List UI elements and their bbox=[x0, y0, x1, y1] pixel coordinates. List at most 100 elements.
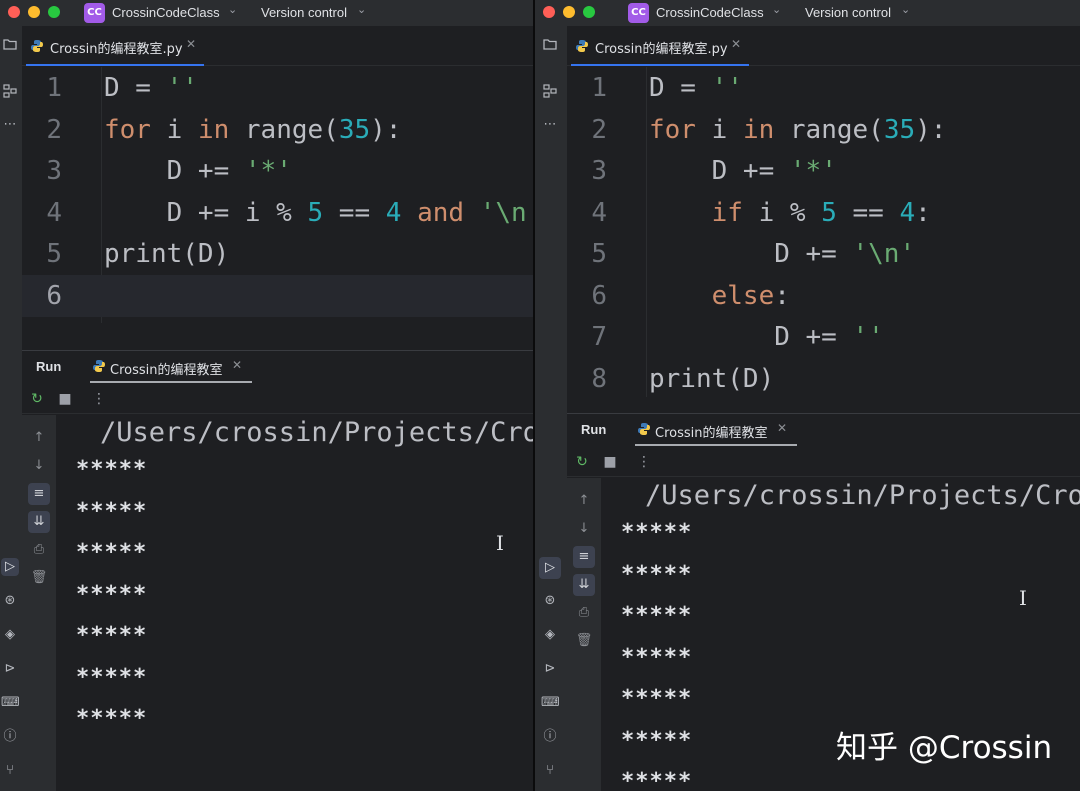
structure-icon[interactable] bbox=[1, 84, 19, 102]
code-line[interactable]: 5 D += '\n' bbox=[567, 233, 1080, 275]
code-token: i bbox=[695, 114, 743, 145]
chevron-down-icon[interactable]: ⌄ bbox=[228, 3, 237, 16]
problems-icon[interactable]: ⓘ bbox=[1, 728, 19, 746]
code-line[interactable]: 1 D = '' bbox=[22, 67, 533, 109]
line-number: 1 bbox=[591, 73, 607, 103]
zoom-window-button[interactable] bbox=[583, 6, 595, 18]
python-console-icon[interactable]: ⊛ bbox=[1, 592, 19, 610]
chevron-down-icon[interactable]: ⌄ bbox=[772, 3, 781, 16]
trash-icon[interactable]: 🗑 bbox=[573, 630, 595, 652]
git-icon[interactable]: ⑂ bbox=[541, 762, 559, 780]
project-badge[interactable]: CC bbox=[628, 3, 649, 23]
structure-icon[interactable] bbox=[541, 84, 559, 102]
code-line[interactable]: 1 D = '' bbox=[567, 67, 1080, 109]
code-line[interactable]: 6 bbox=[22, 274, 533, 317]
code-line[interactable]: 3 D += '*' bbox=[567, 150, 1080, 192]
console-output[interactable]: /Users/crossin/Projects/Cros I ***** ****… bbox=[56, 415, 533, 791]
close-window-button[interactable] bbox=[543, 6, 555, 18]
services-icon[interactable]: ◈ bbox=[1, 626, 19, 644]
code-text: D += '*' bbox=[649, 150, 837, 192]
arrow-up-icon[interactable]: ↑ bbox=[28, 427, 50, 449]
text-cursor-icon: I bbox=[496, 531, 504, 555]
close-tab-icon[interactable]: ✕ bbox=[186, 37, 196, 51]
terminal-icon[interactable]: ⌨ bbox=[541, 694, 560, 712]
folder-icon[interactable] bbox=[1, 38, 19, 56]
editor-tab[interactable]: Crossin的编程教室.py ✕ bbox=[26, 34, 204, 66]
code-line[interactable]: 4 D += i % 5 == 4 and '\n' bbox=[22, 192, 533, 234]
line-number: 4 bbox=[46, 197, 62, 228]
code-line[interactable]: 3 D += '*' bbox=[22, 150, 533, 192]
problems-icon[interactable]: ⓘ bbox=[541, 728, 559, 746]
editor-tab[interactable]: Crossin的编程教室.py ✕ bbox=[571, 34, 749, 66]
rerun-icon[interactable]: ↻ bbox=[573, 453, 591, 471]
play-icon[interactable]: ⊳ bbox=[1, 660, 19, 678]
scroll-to-end-icon[interactable]: ⇊ bbox=[573, 574, 595, 596]
project-badge[interactable]: CC bbox=[84, 3, 105, 23]
arrow-down-icon[interactable]: ↓ bbox=[28, 455, 50, 477]
code-token: '' bbox=[852, 322, 884, 352]
code-editor[interactable]: 1D = '' 2 for i in range(35): 3 D += '*' 4 D… bbox=[22, 67, 533, 323]
line-number: 8 bbox=[591, 363, 607, 394]
more-icon[interactable]: ⋯ bbox=[1, 116, 19, 134]
output-line: ***** bbox=[76, 498, 148, 524]
run-icon[interactable]: ▷ bbox=[1, 558, 19, 576]
zoom-window-button[interactable] bbox=[48, 6, 60, 18]
close-tab-icon[interactable]: ✕ bbox=[777, 421, 787, 435]
project-name[interactable]: CrossinCodeClass bbox=[656, 5, 764, 20]
print-icon[interactable]: ⎙ bbox=[573, 602, 595, 624]
run-config-tab[interactable]: Crossin的编程教室 ✕ bbox=[90, 351, 252, 383]
code-text: for i in range(35): bbox=[104, 109, 401, 151]
code-line[interactable]: 5 print(D) bbox=[22, 233, 533, 275]
run-toolbar: ↻ ■ ⋮ bbox=[567, 447, 1080, 477]
soft-wrap-icon[interactable]: ≡ bbox=[28, 483, 50, 505]
console-actions: ↑ ↓ ≡ ⇊ ⎙ 🗑 bbox=[567, 478, 601, 791]
minimize-window-button[interactable] bbox=[28, 6, 40, 18]
soft-wrap-icon[interactable]: ≡ bbox=[573, 546, 595, 568]
stop-icon[interactable]: ■ bbox=[56, 390, 74, 408]
more-icon[interactable]: ⋯ bbox=[541, 116, 559, 134]
python-console-icon[interactable]: ⊛ bbox=[541, 592, 559, 610]
version-control-menu[interactable]: Version control bbox=[805, 5, 891, 20]
editor-tab-bar: Crossin的编程教室.py ✕ bbox=[22, 26, 533, 66]
scroll-to-end-icon[interactable]: ⇊ bbox=[28, 511, 50, 533]
code-editor[interactable]: 1D = '' 2 for i in range(35): 3 D += '*' 4 i… bbox=[567, 67, 1080, 397]
python-file-icon bbox=[576, 40, 588, 52]
code-line[interactable]: 2 for i in range(35): bbox=[567, 109, 1080, 151]
line-number: 2 bbox=[591, 114, 607, 145]
code-line[interactable]: 2 for i in range(35): bbox=[22, 109, 533, 151]
chevron-down-icon[interactable]: ⌄ bbox=[357, 3, 366, 16]
play-icon[interactable]: ⊳ bbox=[541, 660, 559, 678]
output-line: ***** bbox=[621, 520, 693, 545]
trash-icon[interactable]: 🗑 bbox=[28, 567, 50, 589]
close-tab-icon[interactable]: ✕ bbox=[232, 358, 242, 372]
code-line[interactable]: 6 else: bbox=[567, 275, 1080, 317]
close-tab-icon[interactable]: ✕ bbox=[731, 37, 741, 51]
code-line[interactable]: 7 D += '' bbox=[567, 316, 1080, 358]
code-line[interactable]: 8 print(D) bbox=[567, 358, 1080, 398]
minimize-window-button[interactable] bbox=[563, 6, 575, 18]
rerun-icon[interactable]: ↻ bbox=[28, 390, 46, 408]
editor-tab-bar: Crossin的编程教室.py ✕ bbox=[567, 26, 1080, 66]
print-icon[interactable]: ⎙ bbox=[28, 539, 50, 561]
project-name[interactable]: CrossinCodeClass bbox=[112, 5, 220, 20]
run-icon[interactable]: ▷ bbox=[539, 557, 561, 579]
services-icon[interactable]: ◈ bbox=[541, 626, 559, 644]
git-icon[interactable]: ⑂ bbox=[1, 762, 19, 780]
chevron-down-icon[interactable]: ⌄ bbox=[901, 3, 910, 16]
more-icon[interactable]: ⋮ bbox=[635, 453, 653, 471]
arrow-down-icon[interactable]: ↓ bbox=[573, 518, 595, 540]
version-control-menu[interactable]: Version control bbox=[261, 5, 347, 20]
close-window-button[interactable] bbox=[8, 6, 20, 18]
folder-icon[interactable] bbox=[541, 38, 559, 56]
more-icon[interactable]: ⋮ bbox=[90, 390, 108, 408]
code-text: for i in range(35): bbox=[649, 109, 946, 151]
run-config-tab[interactable]: Crossin的编程教室 ✕ bbox=[635, 414, 797, 446]
code-line[interactable]: 4 if i % 5 == 4: bbox=[567, 192, 1080, 234]
stop-icon[interactable]: ■ bbox=[601, 453, 619, 471]
arrow-up-icon[interactable]: ↑ bbox=[573, 490, 595, 512]
code-token: == bbox=[323, 197, 386, 228]
terminal-icon[interactable]: ⌨ bbox=[1, 694, 20, 712]
